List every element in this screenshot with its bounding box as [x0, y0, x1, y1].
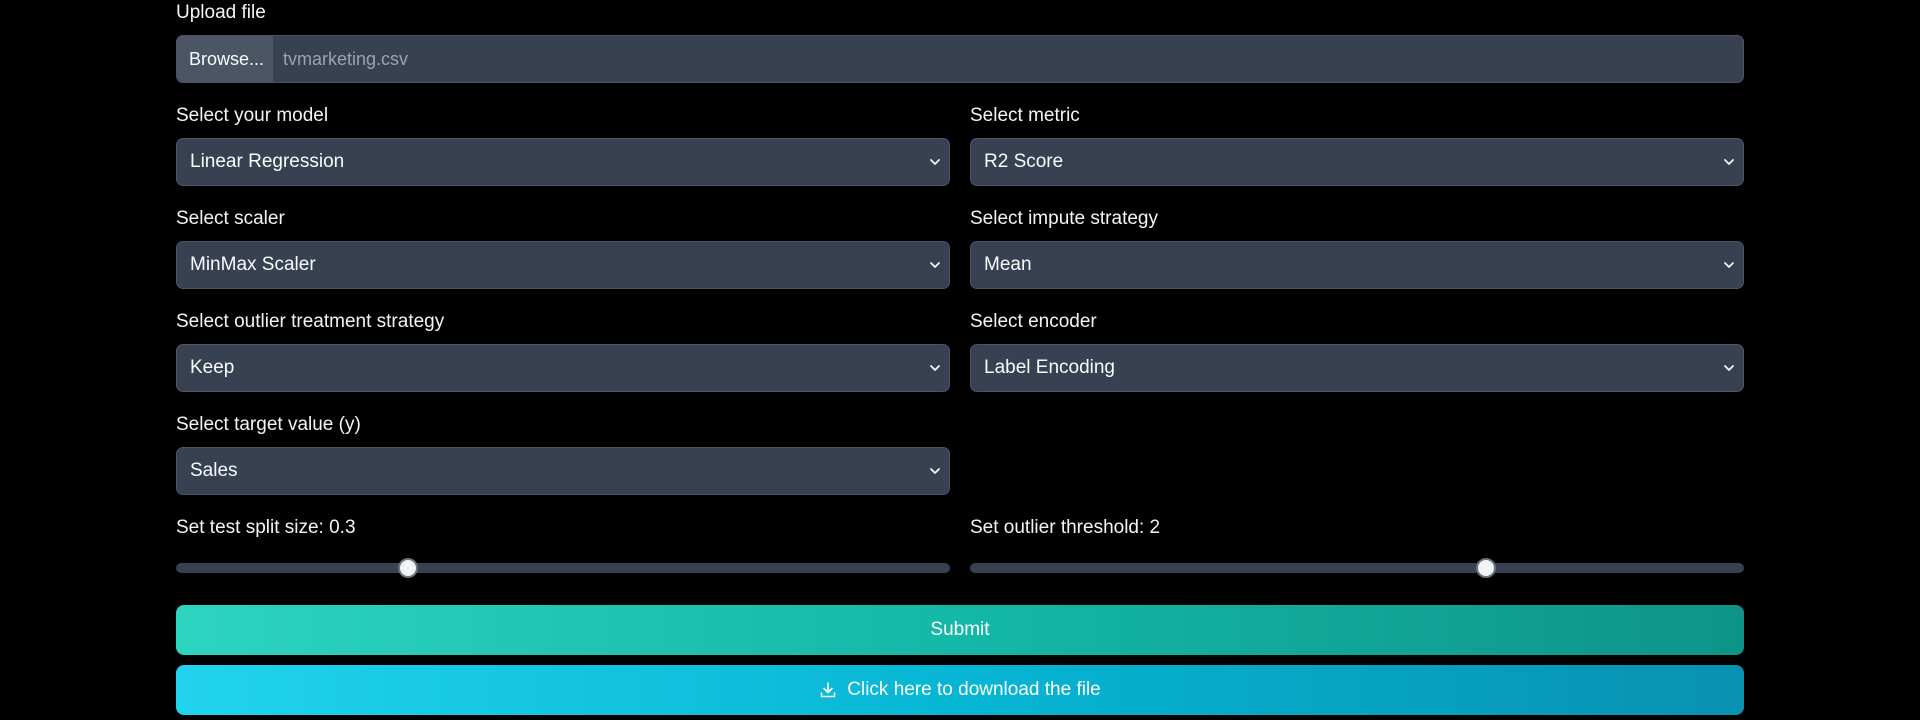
- metric-select-value: R2 Score: [984, 151, 1064, 172]
- chevron-down-icon: [1723, 259, 1735, 271]
- impute-select-value: Mean: [984, 254, 1032, 275]
- outlier-threshold-slider[interactable]: [970, 558, 1744, 578]
- test-split-slider-thumb[interactable]: [398, 558, 419, 578]
- submit-label: Submit: [930, 619, 990, 640]
- metric-field: Select metric R2 Score: [970, 103, 1744, 206]
- chevron-down-icon: [929, 465, 941, 477]
- outlier-label: Select outlier treatment strategy: [176, 311, 445, 332]
- outlier-select-value: Keep: [190, 357, 235, 378]
- form-container: Upload file Browse... tvmarketing.csv Se…: [176, 0, 1744, 715]
- upload-section: Upload file Browse... tvmarketing.csv: [176, 0, 1744, 103]
- file-input[interactable]: Browse... tvmarketing.csv: [176, 35, 1744, 83]
- submit-button[interactable]: Submit: [176, 605, 1744, 655]
- target-select-value: Sales: [190, 460, 238, 481]
- chevron-down-icon: [1723, 362, 1735, 374]
- outlier-threshold-field: Set outlier threshold: 2: [970, 515, 1744, 605]
- chevron-down-icon: [929, 156, 941, 168]
- model-field: Select your model Linear Regression: [176, 103, 950, 206]
- download-label: Click here to download the file: [847, 679, 1101, 700]
- model-label: Select your model: [176, 105, 329, 126]
- encoder-select-value: Label Encoding: [984, 357, 1115, 378]
- outlier-select[interactable]: Keep: [176, 344, 950, 392]
- test-split-field: Set test split size: 0.3: [176, 515, 950, 605]
- upload-label: Upload file: [176, 2, 266, 23]
- model-select[interactable]: Linear Regression: [176, 138, 950, 186]
- chevron-down-icon: [929, 259, 941, 271]
- outlier-threshold-slider-thumb[interactable]: [1475, 558, 1496, 578]
- target-label: Select target value (y): [176, 414, 361, 435]
- test-split-slider[interactable]: [176, 558, 950, 578]
- chevron-down-icon: [1723, 156, 1735, 168]
- file-name: tvmarketing.csv: [283, 48, 409, 69]
- outlier-threshold-label: Set outlier threshold: 2: [970, 517, 1161, 538]
- encoder-field: Select encoder Label Encoding: [970, 309, 1744, 412]
- page: Upload file Browse... tvmarketing.csv Se…: [0, 0, 1920, 720]
- impute-select[interactable]: Mean: [970, 241, 1744, 289]
- model-select-value: Linear Regression: [190, 151, 345, 172]
- target-select[interactable]: Sales: [176, 447, 950, 495]
- empty-cell: [970, 412, 1744, 515]
- download-button[interactable]: Click here to download the file: [176, 665, 1744, 715]
- impute-field: Select impute strategy Mean: [970, 206, 1744, 309]
- metric-select[interactable]: R2 Score: [970, 138, 1744, 186]
- metric-label: Select metric: [970, 105, 1080, 126]
- target-field: Select target value (y) Sales: [176, 412, 950, 515]
- scaler-select[interactable]: MinMax Scaler: [176, 241, 950, 289]
- browse-button[interactable]: Browse...: [177, 36, 273, 82]
- impute-label: Select impute strategy: [970, 208, 1158, 229]
- scaler-field: Select scaler MinMax Scaler: [176, 206, 950, 309]
- download-icon: [819, 681, 837, 699]
- encoder-select[interactable]: Label Encoding: [970, 344, 1744, 392]
- form-grid: Select your model Linear Regression Sele…: [176, 103, 1744, 605]
- scaler-select-value: MinMax Scaler: [190, 254, 316, 275]
- encoder-label: Select encoder: [970, 311, 1097, 332]
- test-split-label: Set test split size: 0.3: [176, 517, 356, 538]
- chevron-down-icon: [929, 362, 941, 374]
- outlier-field: Select outlier treatment strategy Keep: [176, 309, 950, 412]
- scaler-label: Select scaler: [176, 208, 285, 229]
